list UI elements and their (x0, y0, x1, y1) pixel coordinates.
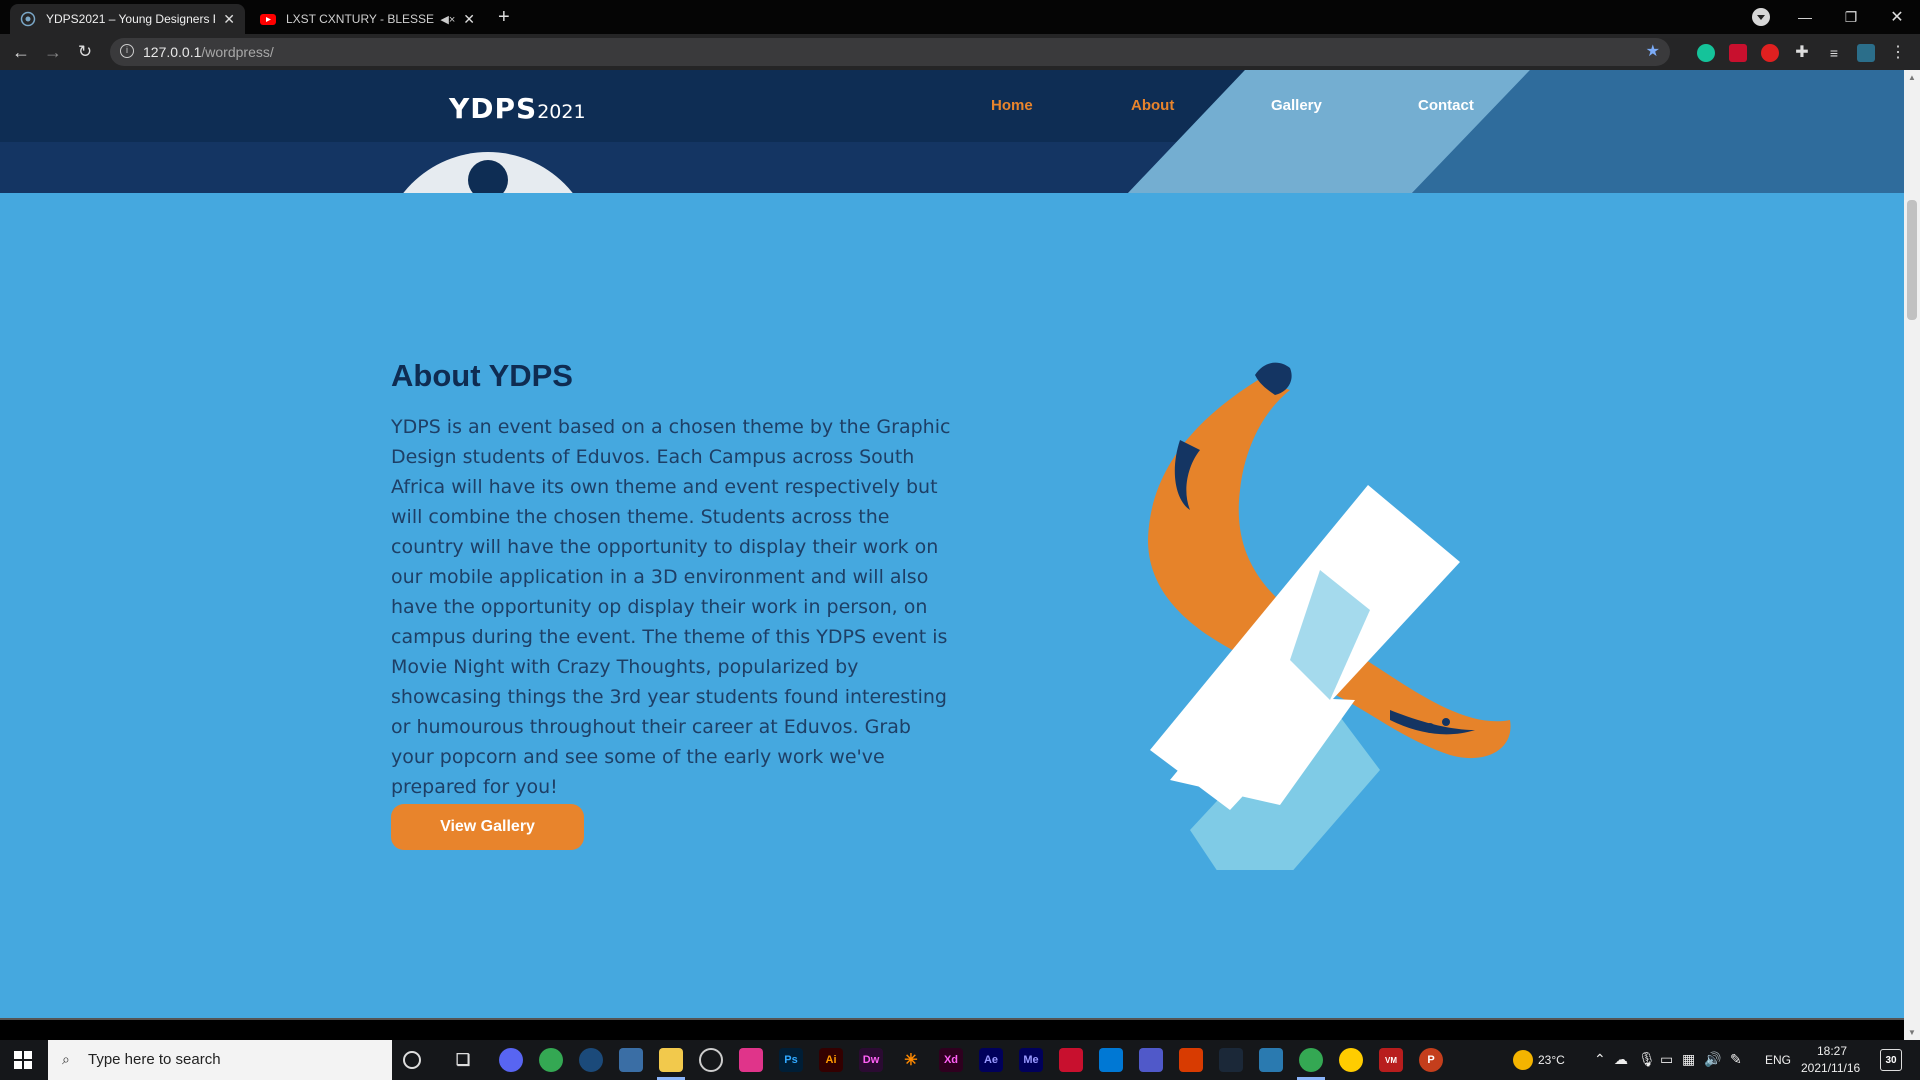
task-view-icon[interactable]: ❏ (451, 1048, 475, 1072)
nav-home[interactable]: Home (991, 97, 1033, 114)
next-section-edge (0, 1018, 1904, 1020)
scroll-up-icon[interactable]: ▲ (1908, 73, 1916, 82)
tab-title: LXST CXNTURY - BLESSED M (286, 12, 435, 26)
clock-time[interactable]: 18:27 (1817, 1044, 1847, 1058)
chrome-active-icon[interactable] (1299, 1048, 1323, 1072)
tab-search-icon[interactable] (1752, 8, 1770, 26)
bookmark-star-icon[interactable]: ★ (1646, 41, 1660, 61)
about-paragraph: YDPS is an event based on a chosen theme… (391, 416, 951, 798)
weather-sun-icon[interactable] (1513, 1050, 1533, 1070)
blender-icon[interactable] (1339, 1048, 1363, 1072)
address-bar[interactable]: i 127.0.0.1/wordpress/ ★ (110, 38, 1670, 66)
nav-about[interactable]: About (1131, 97, 1174, 114)
page-scrollbar[interactable]: ▲ ▼ (1904, 70, 1920, 1042)
grammarly-icon[interactable] (1697, 44, 1715, 62)
dreamweaver-icon[interactable]: Dw (859, 1048, 883, 1072)
adblock-icon[interactable] (1761, 44, 1779, 62)
browser-toolbar: ← → ↻ i 127.0.0.1/wordpress/ ★ (0, 34, 1920, 70)
youtube-icon (260, 14, 276, 25)
scroll-down-icon[interactable]: ▼ (1908, 1028, 1916, 1037)
creative-cloud-icon[interactable] (739, 1048, 763, 1072)
browser-tab-bar: YDPS2021 – Young Designers Po ✕ LXST CXN… (0, 0, 1920, 34)
blender-like-icon[interactable]: ✳ (899, 1048, 923, 1072)
after-effects-icon[interactable]: Ae (979, 1048, 1003, 1072)
search-icon: ⌕ (62, 1051, 70, 1067)
clock-date[interactable]: 2021/11/16 (1801, 1061, 1860, 1075)
new-tab-icon[interactable]: + (498, 6, 510, 29)
close-tab-icon[interactable]: ✕ (223, 11, 235, 28)
tab-ydps[interactable]: YDPS2021 – Young Designers Po ✕ (10, 4, 245, 34)
url-text[interactable]: 127.0.0.1/wordpress/ (143, 44, 274, 60)
minimize-icon[interactable]: — (1782, 0, 1828, 34)
notifications-icon[interactable]: 30 (1880, 1049, 1902, 1071)
acrobat-extension-icon[interactable] (1729, 44, 1747, 62)
illustrator-icon[interactable]: Ai (819, 1048, 843, 1072)
media-encoder-icon[interactable]: Me (1019, 1048, 1043, 1072)
close-window-icon[interactable]: ✕ (1874, 0, 1920, 34)
scrollbar-thumb[interactable] (1907, 200, 1917, 320)
page-viewport: YDPS2021 Home About Gallery Contact Abou… (0, 70, 1904, 1020)
volume-icon[interactable]: 🔊 (1704, 1051, 1721, 1068)
nav-gallery[interactable]: Gallery (1271, 97, 1322, 114)
display-icon[interactable]: ▭ (1660, 1051, 1673, 1068)
clock-circle-graphic (403, 152, 573, 193)
teams-icon[interactable] (1139, 1048, 1163, 1072)
tab-title: YDPS2021 – Young Designers Po (46, 12, 216, 26)
media-controls-icon[interactable]: ≡ (1825, 44, 1843, 62)
steam-icon[interactable] (579, 1048, 603, 1072)
profile-avatar-icon[interactable] (1857, 44, 1875, 62)
site-info-icon[interactable]: i (120, 44, 134, 58)
office-icon[interactable] (1179, 1048, 1203, 1072)
show-hidden-icons-icon[interactable]: ⌃ (1594, 1051, 1606, 1068)
header-diagonal-stripes (1128, 70, 1904, 193)
network-icon[interactable]: ▦ (1682, 1051, 1695, 1068)
taskbar-search-box[interactable]: ⌕ Type here to search (48, 1040, 392, 1080)
photoshop-icon[interactable]: Ps (779, 1048, 803, 1072)
windows-taskbar: ⌕ Type here to search ❏ Ps Ai Dw ✳ Xd Ae… (0, 1040, 1920, 1080)
photos-icon[interactable] (1259, 1048, 1283, 1072)
powerpoint-icon[interactable]: P (1419, 1048, 1443, 1072)
file-explorer-icon[interactable] (659, 1048, 683, 1072)
acrobat-icon[interactable] (1059, 1048, 1083, 1072)
language-indicator[interactable]: ENG (1765, 1053, 1791, 1067)
notification-count: 30 (1885, 1054, 1897, 1066)
laptop-app-icon[interactable] (619, 1048, 643, 1072)
power-app-icon[interactable] (699, 1048, 723, 1072)
xd-icon[interactable]: Xd (939, 1048, 963, 1072)
view-gallery-button[interactable]: View Gallery (391, 804, 584, 850)
back-icon[interactable]: ← (10, 41, 32, 63)
browser-menu-icon[interactable]: ⋮ (1889, 44, 1907, 62)
forward-icon[interactable]: → (42, 41, 64, 63)
steam-2-icon[interactable] (1219, 1048, 1243, 1072)
temperature[interactable]: 23°C (1538, 1053, 1565, 1067)
tab-youtube[interactable]: LXST CXNTURY - BLESSED M ◀× ✕ (250, 4, 485, 34)
mail-icon[interactable] (1099, 1048, 1123, 1072)
extensions-puzzle-icon[interactable]: ✚ (1793, 44, 1811, 62)
site-logo[interactable]: YDPS2021 (449, 92, 586, 125)
pen-icon[interactable]: ✎ (1730, 1051, 1742, 1068)
nav-contact[interactable]: Contact (1418, 97, 1474, 114)
discord-icon[interactable] (499, 1048, 523, 1072)
cortana-icon[interactable] (403, 1051, 421, 1069)
voicemeeter-icon[interactable]: VM (1379, 1048, 1403, 1072)
speaker-muted-icon[interactable]: ◀× (440, 13, 455, 26)
duct-taped-banana-illustration (1148, 362, 1511, 870)
reload-icon[interactable]: ↻ (74, 41, 96, 63)
close-tab-icon[interactable]: ✕ (463, 11, 475, 28)
windows-start-icon[interactable] (0, 1040, 46, 1080)
about-heading: About YDPS (391, 358, 573, 393)
microphone-icon[interactable]: 🎙 (1638, 1051, 1656, 1068)
site-favicon-icon (20, 11, 36, 27)
search-placeholder: Type here to search (88, 1051, 221, 1068)
restore-icon[interactable]: ❐ (1828, 0, 1874, 34)
onedrive-icon[interactable]: ☁ (1614, 1051, 1628, 1068)
chrome-icon[interactable] (539, 1048, 563, 1072)
